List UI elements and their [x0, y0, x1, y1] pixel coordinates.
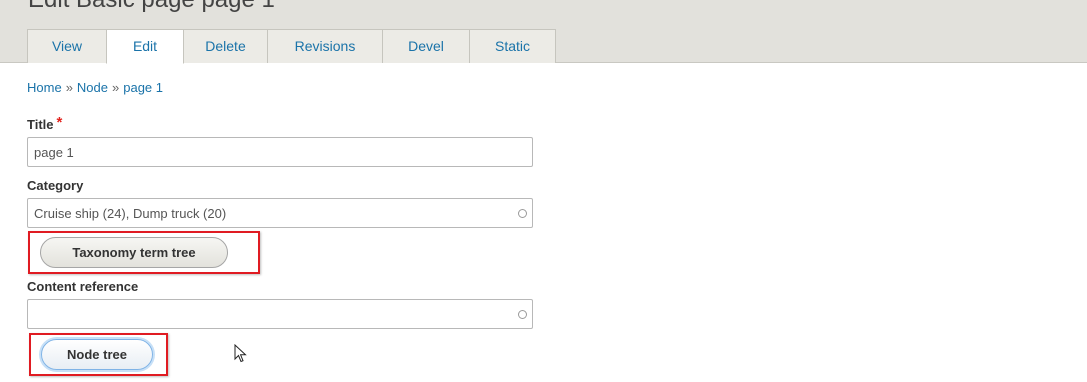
title-label: Title *	[27, 114, 63, 133]
content-reference-input[interactable]	[27, 299, 533, 329]
tab-devel[interactable]: Devel	[382, 29, 470, 63]
breadcrumb: Home» Node» page 1	[27, 80, 163, 95]
primary-tabs: View Edit Delete Revisions Devel Static	[27, 29, 556, 64]
content-reference-label: Content reference	[27, 279, 139, 294]
breadcrumb-page[interactable]: page 1	[123, 80, 163, 95]
category-label: Category	[27, 178, 84, 193]
tab-revisions[interactable]: Revisions	[267, 29, 383, 63]
breadcrumb-node[interactable]: Node	[77, 80, 108, 95]
node-tree-button[interactable]: Node tree	[41, 339, 153, 370]
breadcrumb-home[interactable]: Home	[27, 80, 62, 95]
tab-static[interactable]: Static	[469, 29, 556, 63]
page-title: Edit Basic page page 1	[28, 0, 275, 14]
taxonomy-term-tree-button[interactable]: Taxonomy term tree	[40, 237, 228, 268]
breadcrumb-separator: »	[65, 80, 73, 95]
breadcrumb-separator: »	[112, 80, 120, 95]
autocomplete-throbber-icon	[518, 209, 527, 218]
tab-view[interactable]: View	[27, 29, 107, 63]
tab-edit[interactable]: Edit	[106, 29, 184, 64]
autocomplete-throbber-icon	[518, 310, 527, 319]
title-input[interactable]	[27, 137, 533, 167]
title-label-text: Title	[27, 117, 54, 132]
mouse-pointer-icon	[234, 344, 247, 363]
header-band: Edit Basic page page 1 View Edit Delete …	[0, 0, 1087, 64]
required-marker: *	[56, 114, 63, 131]
tab-delete[interactable]: Delete	[183, 29, 268, 63]
category-autocomplete-input[interactable]	[27, 198, 533, 228]
